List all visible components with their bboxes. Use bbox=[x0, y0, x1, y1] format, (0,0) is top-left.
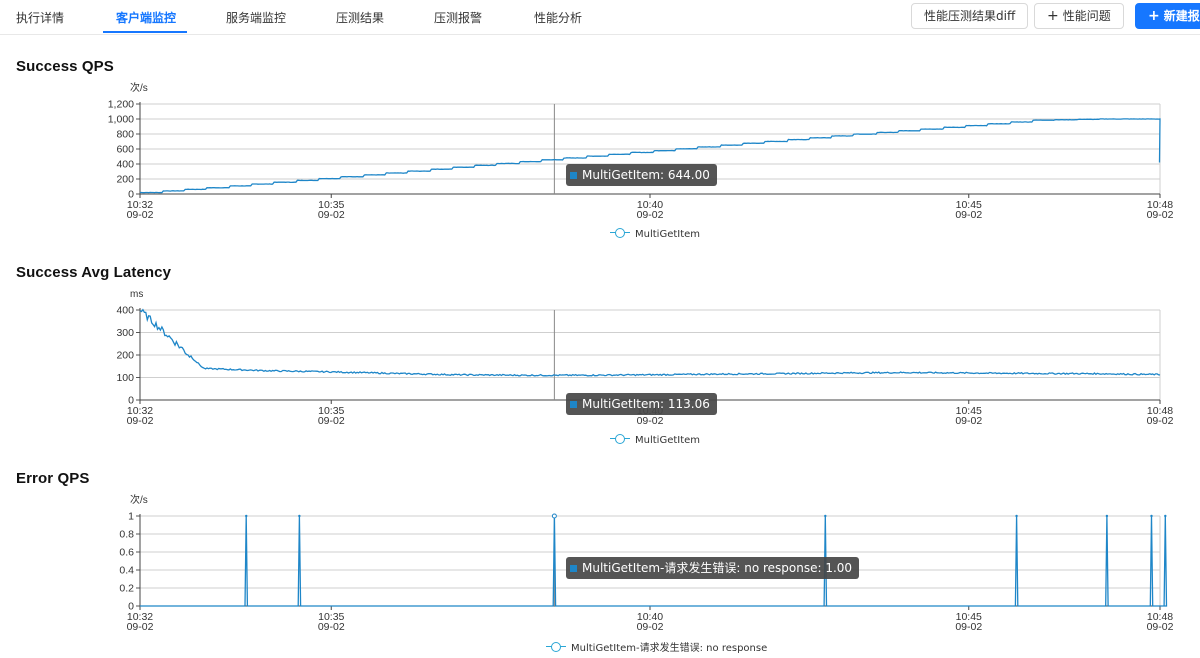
create-report-button[interactable]: + 新建报 bbox=[1135, 3, 1200, 29]
y-tick-label: 1,000 bbox=[108, 114, 134, 126]
chart-title-success-qps: Success QPS bbox=[16, 58, 114, 75]
y-tick-label: 400 bbox=[116, 305, 134, 317]
y-tick-label: 0.2 bbox=[119, 583, 134, 595]
x-tick-label: 09-02 bbox=[1147, 621, 1174, 633]
x-tick-label: 09-02 bbox=[127, 621, 154, 633]
chart-title-success-avg-latency: Success Avg Latency bbox=[16, 264, 172, 281]
performance-issue-button[interactable]: + 性能问题 bbox=[1034, 3, 1124, 29]
success-avg-latency-tooltip-text: MultiGetItem: 113.06 bbox=[582, 397, 710, 411]
active-tab-indicator bbox=[103, 31, 187, 33]
legend-line-marker-icon bbox=[610, 434, 630, 444]
x-tick-label: 09-02 bbox=[127, 209, 154, 221]
data-point bbox=[1105, 514, 1109, 518]
error-qps-legend-label: MultiGetItem-请求发生错误: no response bbox=[571, 643, 768, 654]
x-tick-label: 09-02 bbox=[318, 209, 345, 221]
legend-line-marker-icon bbox=[546, 642, 566, 652]
y-axis-unit-label: 次/s bbox=[130, 493, 148, 506]
x-tick-label: 09-02 bbox=[955, 415, 982, 427]
x-tick-label: 09-02 bbox=[127, 415, 154, 427]
y-tick-label: 200 bbox=[116, 174, 134, 186]
hover-point-marker bbox=[551, 513, 557, 519]
tab-server-monitoring[interactable]: 服务端监控 bbox=[226, 9, 286, 26]
legend-line-marker-icon bbox=[610, 228, 630, 238]
y-tick-label: 1 bbox=[128, 511, 134, 523]
x-tick-label: 09-02 bbox=[1147, 209, 1174, 221]
data-point bbox=[1164, 514, 1167, 518]
top-tab-bar: 执行详情 客户端监控 服务端监控 压测结果 压测报警 性能分析 性能压测结果di… bbox=[0, 0, 1200, 35]
chart-title-error-qps: Error QPS bbox=[16, 470, 90, 487]
y-tick-label: 300 bbox=[116, 327, 134, 339]
data-point bbox=[824, 514, 827, 518]
x-tick-label: 09-02 bbox=[637, 621, 664, 633]
y-tick-label: 0.6 bbox=[119, 547, 134, 559]
series-line-multigetitem bbox=[139, 308, 1161, 377]
create-report-label: 新建报 bbox=[1163, 9, 1200, 23]
x-tick-label: 09-02 bbox=[637, 209, 664, 221]
x-tick-label: 09-02 bbox=[318, 415, 345, 427]
x-tick-label: 09-02 bbox=[955, 209, 982, 221]
series-color-swatch bbox=[570, 401, 577, 408]
plus-icon: + bbox=[1148, 8, 1160, 24]
y-tick-label: 600 bbox=[116, 144, 134, 156]
data-point bbox=[1015, 514, 1018, 518]
data-point bbox=[298, 514, 301, 518]
series-color-swatch bbox=[570, 172, 577, 179]
diff-results-label: 性能压测结果diff bbox=[924, 9, 1016, 23]
y-tick-label: 800 bbox=[116, 129, 134, 141]
success-qps-chart[interactable]: 次/s02004006008001,0001,20010:3209-0210:3… bbox=[0, 78, 1200, 226]
success-avg-latency-legend-label: MultiGetItem bbox=[635, 435, 701, 446]
x-tick-label: 09-02 bbox=[318, 621, 345, 633]
y-tick-label: 0.8 bbox=[119, 529, 134, 541]
y-tick-label: 0.4 bbox=[119, 565, 134, 577]
data-point bbox=[1150, 514, 1153, 518]
success-qps-legend-label: MultiGetItem bbox=[635, 229, 701, 240]
tab-stress-alerts[interactable]: 压测报警 bbox=[434, 9, 482, 26]
success-avg-latency-tooltip: MultiGetItem: 113.06 bbox=[566, 393, 717, 415]
x-tick-label: 09-02 bbox=[955, 621, 982, 633]
success-avg-latency-legend[interactable]: MultiGetItem bbox=[610, 434, 700, 446]
tab-performance-analysis[interactable]: 性能分析 bbox=[534, 9, 582, 26]
x-tick-label: 09-02 bbox=[637, 415, 664, 427]
y-tick-label: 1,200 bbox=[108, 99, 134, 111]
series-color-swatch bbox=[570, 565, 577, 572]
performance-issue-label: 性能问题 bbox=[1062, 9, 1111, 23]
plus-icon: + bbox=[1047, 8, 1059, 24]
x-tick-label: 09-02 bbox=[1147, 415, 1174, 427]
data-point bbox=[245, 514, 248, 518]
tab-client-monitoring[interactable]: 客户端监控 bbox=[116, 9, 176, 26]
success-qps-tooltip: MultiGetItem: 644.00 bbox=[566, 164, 717, 186]
success-qps-legend[interactable]: MultiGetItem bbox=[610, 228, 700, 240]
error-qps-tooltip: MultiGetItem-请求发生错误: no response: 1.00 bbox=[566, 557, 860, 579]
diff-results-button[interactable]: 性能压测结果diff bbox=[911, 3, 1029, 29]
y-tick-label: 400 bbox=[116, 159, 134, 171]
y-axis-unit-label: ms bbox=[130, 289, 143, 300]
error-qps-tooltip-text: MultiGetItem-请求发生错误: no response: 1.00 bbox=[582, 561, 853, 575]
y-tick-label: 100 bbox=[116, 372, 134, 384]
success-qps-tooltip-text: MultiGetItem: 644.00 bbox=[582, 168, 710, 182]
tab-execution-details[interactable]: 执行详情 bbox=[16, 9, 64, 26]
y-tick-label: 200 bbox=[116, 350, 134, 362]
error-qps-legend[interactable]: MultiGetItem-请求发生错误: no response bbox=[546, 639, 767, 654]
tab-stress-results[interactable]: 压测结果 bbox=[336, 9, 384, 26]
y-axis-unit-label: 次/s bbox=[130, 81, 148, 94]
